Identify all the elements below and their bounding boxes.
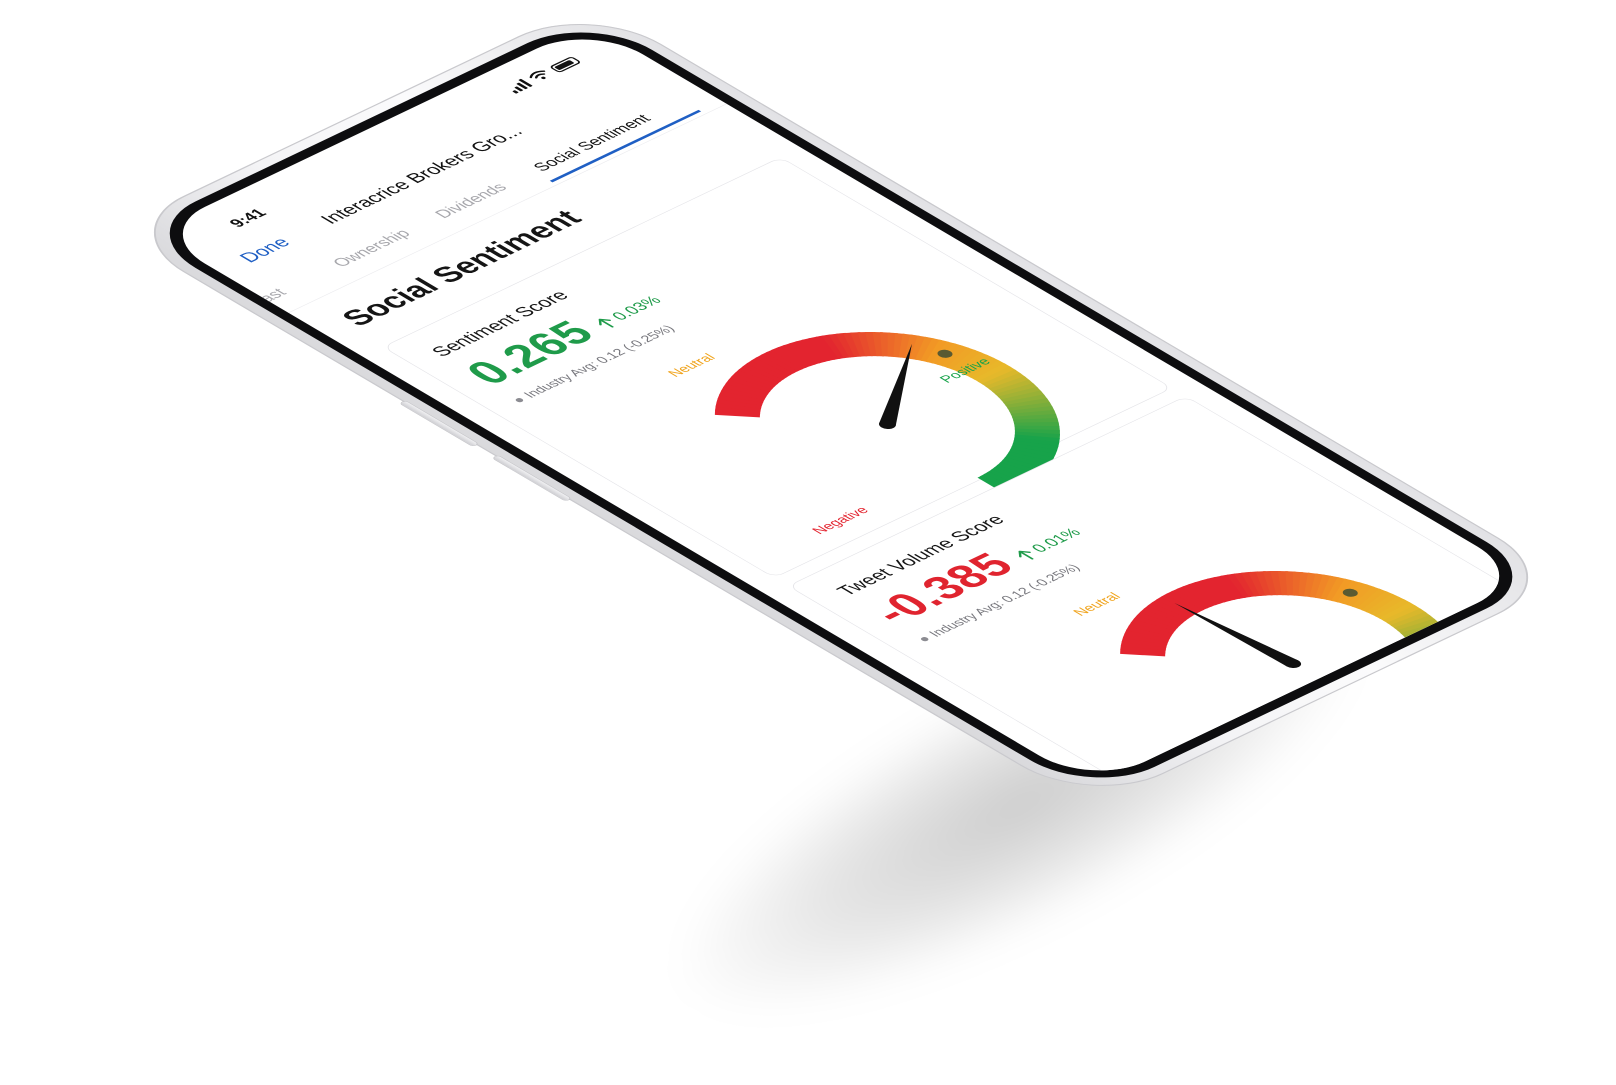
phone-device: 9:41 Done Interacrice Brokers Gro... Own… bbox=[112, 1, 1571, 808]
gauge-arc-segment bbox=[1419, 661, 1465, 667]
status-time: 9:41 bbox=[224, 206, 271, 230]
wifi-icon bbox=[529, 70, 546, 80]
gauge-arc-segment bbox=[1401, 701, 1446, 719]
done-button[interactable]: Done bbox=[234, 234, 296, 266]
gauge-arc-segment bbox=[1418, 656, 1465, 663]
gauge-arc-segment bbox=[1411, 690, 1458, 706]
gauge-arc-segment bbox=[1418, 676, 1465, 687]
cellular-signal-icon bbox=[503, 78, 533, 94]
gauge-label-neutral: Neutral bbox=[1070, 591, 1125, 619]
device-scene: 9:41 Done Interacrice Brokers Gro... Own… bbox=[0, 0, 1616, 1085]
gauge-label-neutral: Neutral bbox=[665, 352, 720, 380]
gauge-arc-segment bbox=[1415, 648, 1462, 657]
gauge-arc-segment bbox=[1398, 703, 1442, 723]
gauge-arc-segment bbox=[1388, 710, 1430, 731]
gauge-arc-segment bbox=[1409, 693, 1455, 709]
gauge-arc-segment bbox=[1385, 712, 1425, 734]
score-change: 0.01% bbox=[1011, 525, 1086, 563]
gauge-arc-segment bbox=[1414, 644, 1461, 654]
gauge-arc-segment bbox=[1407, 696, 1452, 713]
gauge-arc-segment bbox=[1419, 673, 1466, 683]
gauge-arc-segment bbox=[1419, 670, 1466, 679]
score-value: -0.385 bbox=[859, 546, 1027, 631]
gauge-arc-segment bbox=[1416, 682, 1463, 695]
gauge-arc-segment bbox=[1392, 708, 1434, 729]
gauge-arc-segment bbox=[1417, 679, 1464, 691]
gauge-arc-segment bbox=[1412, 641, 1459, 651]
gauge-arc-segment bbox=[1410, 637, 1456, 649]
gauge-arc-segment bbox=[1415, 685, 1462, 698]
score-change-value: 0.01% bbox=[1026, 525, 1085, 555]
gauge-arc-segment bbox=[1404, 698, 1449, 716]
gauge-arc-segment bbox=[1413, 687, 1460, 702]
battery-icon bbox=[548, 56, 582, 74]
gauge-arc-segment bbox=[1395, 705, 1439, 726]
gauge-arc-segment bbox=[1419, 664, 1466, 671]
gauge-arc-segment bbox=[1382, 714, 1420, 736]
gauge-arc-segment bbox=[1408, 633, 1454, 646]
gauge-arc-segment bbox=[1420, 667, 1466, 675]
bullet-dot bbox=[513, 397, 525, 403]
gauge-label-negative: Negative bbox=[809, 505, 873, 537]
gauge-arc-segment bbox=[1417, 652, 1464, 660]
phone-screen: 9:41 Done Interacrice Brokers Gro... Own… bbox=[151, 23, 1531, 787]
score-change: 0.03% bbox=[591, 293, 666, 331]
score-change-value: 0.03% bbox=[607, 293, 666, 323]
bullet-dot bbox=[919, 636, 930, 642]
